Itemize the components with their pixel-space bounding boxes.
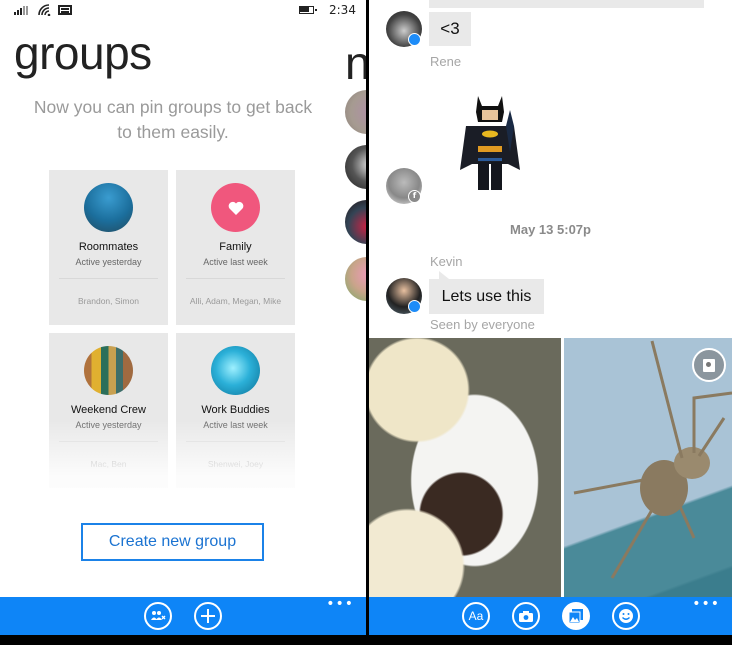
message-bubble[interactable]: Lets use this <box>429 279 544 314</box>
surfboards-image <box>84 346 133 395</box>
app-bar: ••• <box>0 597 366 635</box>
blue-sphere-image <box>211 346 260 395</box>
battery-icon <box>299 6 317 14</box>
group-members: Alli, Adam, Megan, Mike <box>189 296 282 306</box>
sender-name: Rene <box>430 54 462 69</box>
heart-icon <box>228 201 243 215</box>
contact-avatar[interactable] <box>345 257 366 301</box>
group-name: Roommates <box>78 241 139 253</box>
group-name: Work Buddies <box>201 404 270 416</box>
conversation-screen: <3 Rene f May 13 5:07p Kevin Lets use th… <box>369 0 732 645</box>
system-nav-bar <box>369 635 732 645</box>
group-name: Weekend Crew <box>71 404 146 416</box>
group-people-icon <box>151 611 166 620</box>
groups-screen: 2:34 groups n Now you can pin groups to … <box>0 0 366 645</box>
sender-name: Kevin <box>430 254 463 269</box>
contact-avatar[interactable] <box>345 200 366 244</box>
group-members: Brandon, Simon <box>78 296 139 306</box>
photo-album-icon <box>703 358 715 372</box>
fade-overlay <box>0 420 366 520</box>
photos-button[interactable] <box>562 602 590 630</box>
photo-album-button[interactable] <box>692 348 726 382</box>
create-new-group-button[interactable]: Create new group <box>81 523 264 561</box>
intro-text: Now you can pin groups to get back to th… <box>33 97 313 142</box>
status-bar: 2:34 <box>0 0 366 22</box>
bubble-tail <box>439 271 449 279</box>
more-options-button[interactable]: ••• <box>326 597 354 611</box>
clock: 2:34 <box>329 3 356 17</box>
group-activity: Active last week <box>203 257 268 267</box>
next-pivot-peek[interactable]: n <box>345 36 366 90</box>
more-options-button[interactable]: ••• <box>692 597 720 611</box>
group-name: Family <box>219 241 252 253</box>
read-receipt: Seen by everyone <box>430 317 535 332</box>
message-icon <box>58 5 72 15</box>
family-avatar <box>211 183 260 232</box>
photos-icon <box>569 609 583 623</box>
wifi-icon <box>38 4 51 16</box>
signal-icon <box>14 6 28 15</box>
group-tile-roommates[interactable]: Roommates Active yesterday Brandon, Simo… <box>49 170 168 325</box>
divider <box>186 278 285 279</box>
add-button[interactable] <box>194 602 222 630</box>
camera-icon <box>519 610 533 622</box>
lego-batman-sticker[interactable] <box>458 92 522 192</box>
messenger-badge-icon <box>408 300 421 313</box>
page-title: groups <box>14 27 152 79</box>
message-bubble-partial <box>429 0 704 8</box>
new-group-button[interactable] <box>144 602 172 630</box>
conversation-timestamp: May 13 5:07p <box>510 222 591 237</box>
contact-avatar[interactable] <box>345 145 366 189</box>
text-format-button[interactable]: Aa <box>462 602 490 630</box>
message-bubble[interactable]: <3 <box>429 12 471 46</box>
city-night-image <box>84 183 133 232</box>
emoji-icon <box>619 609 633 623</box>
add-icon <box>201 609 215 623</box>
group-activity: Active yesterday <box>75 257 142 267</box>
emoji-button[interactable] <box>612 602 640 630</box>
messenger-badge-icon <box>408 33 421 46</box>
dessert-photo[interactable] <box>369 338 561 597</box>
app-bar: Aa ••• <box>369 597 732 635</box>
system-nav-bar <box>0 635 366 645</box>
camera-button[interactable] <box>512 602 540 630</box>
group-tile-family[interactable]: Family Active last week Alli, Adam, Mega… <box>176 170 295 325</box>
contact-avatar[interactable] <box>345 90 366 134</box>
facebook-badge-icon: f <box>408 190 421 203</box>
spider-photo[interactable] <box>564 338 732 597</box>
divider <box>59 278 158 279</box>
